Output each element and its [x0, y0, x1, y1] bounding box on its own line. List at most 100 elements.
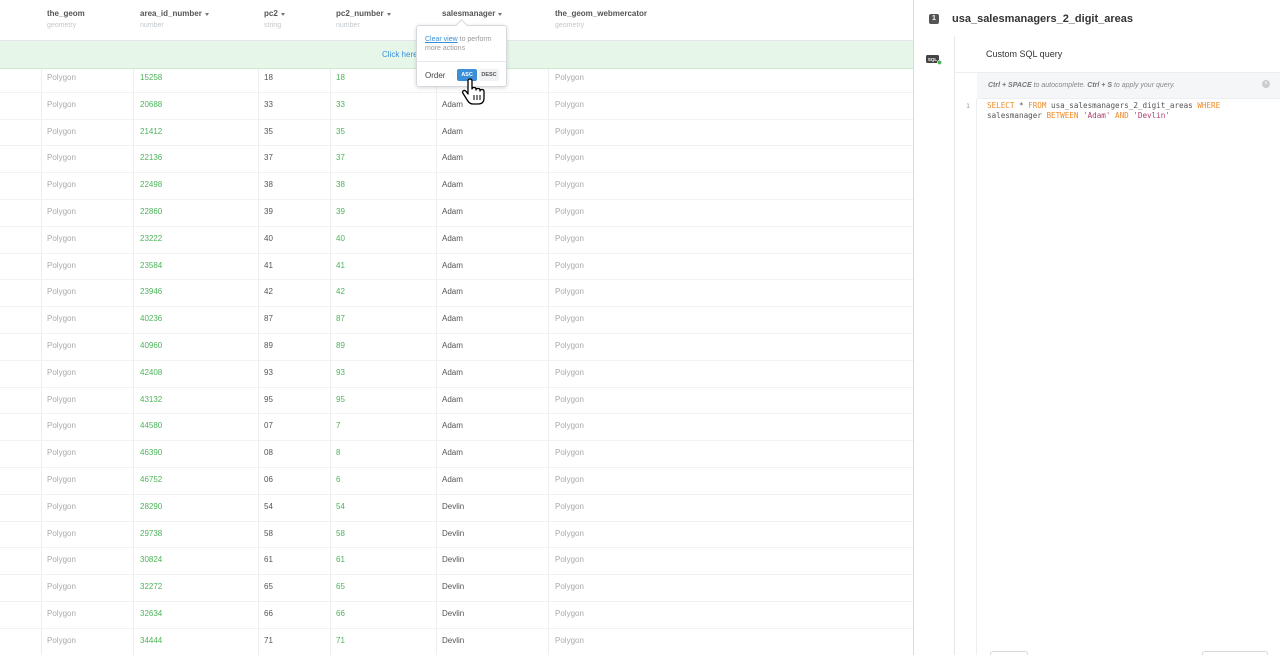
cell-the-geom-webmercator[interactable]: Polygon: [555, 341, 584, 350]
chevron-down-icon[interactable]: [280, 12, 285, 16]
cell-the-geom-webmercator[interactable]: Polygon: [555, 555, 584, 564]
cell-salesmanager[interactable]: Devlin: [442, 609, 464, 618]
cell-the-geom[interactable]: Polygon: [47, 287, 76, 296]
cell-salesmanager[interactable]: Adam: [442, 341, 463, 350]
cell-the-geom[interactable]: Polygon: [47, 100, 76, 109]
chevron-down-icon[interactable]: [498, 12, 503, 16]
cell-pc2-number[interactable]: 39: [336, 207, 345, 216]
cell-the-geom-webmercator[interactable]: Polygon: [555, 421, 584, 430]
cell-area-id-number[interactable]: 23222: [140, 234, 162, 243]
cell-area-id-number[interactable]: 30824: [140, 555, 162, 564]
cell-the-geom[interactable]: Polygon: [47, 421, 76, 430]
cell-pc2-number[interactable]: 7: [336, 421, 340, 430]
cell-area-id-number[interactable]: 15258: [140, 73, 162, 82]
cell-the-geom-webmercator[interactable]: Polygon: [555, 180, 584, 189]
notice-link[interactable]: Click here: [382, 50, 418, 59]
column-header-the-geom-webmercator[interactable]: the_geom_webmercator geometry: [555, 9, 647, 29]
cell-the-geom-webmercator[interactable]: Polygon: [555, 475, 584, 484]
cell-pc2[interactable]: 89: [264, 341, 273, 350]
cell-pc2[interactable]: 39: [264, 207, 273, 216]
cell-pc2[interactable]: 95: [264, 395, 273, 404]
table-row[interactable]: Polygon 42408 93 93 Adam Polygon: [0, 361, 913, 388]
cell-salesmanager[interactable]: Adam: [442, 153, 463, 162]
cell-area-id-number[interactable]: 20688: [140, 100, 162, 109]
cell-pc2[interactable]: 33: [264, 100, 273, 109]
cell-pc2-number[interactable]: 40: [336, 234, 345, 243]
cell-the-geom[interactable]: Polygon: [47, 395, 76, 404]
cell-pc2-number[interactable]: 6: [336, 475, 340, 484]
cell-salesmanager[interactable]: Adam: [442, 368, 463, 377]
clear-view-link[interactable]: Clear view: [425, 36, 458, 43]
cell-pc2[interactable]: 18: [264, 73, 273, 82]
table-row[interactable]: Polygon 23222 40 40 Adam Polygon: [0, 227, 913, 254]
cell-the-geom[interactable]: Polygon: [47, 341, 76, 350]
cell-the-geom-webmercator[interactable]: Polygon: [555, 314, 584, 323]
cell-the-geom-webmercator[interactable]: Polygon: [555, 153, 584, 162]
cell-the-geom-webmercator[interactable]: Polygon: [555, 234, 584, 243]
cell-area-id-number[interactable]: 28290: [140, 502, 162, 511]
column-header-area-id-number[interactable]: area_id_number number: [140, 9, 209, 29]
cell-salesmanager[interactable]: Adam: [442, 180, 463, 189]
chevron-down-icon[interactable]: [386, 12, 391, 16]
cell-the-geom[interactable]: Polygon: [47, 180, 76, 189]
cell-the-geom[interactable]: Polygon: [47, 502, 76, 511]
cell-salesmanager[interactable]: Adam: [442, 395, 463, 404]
cell-the-geom-webmercator[interactable]: Polygon: [555, 448, 584, 457]
cell-the-geom[interactable]: Polygon: [47, 153, 76, 162]
cell-the-geom[interactable]: Polygon: [47, 448, 76, 457]
cell-pc2-number[interactable]: 71: [336, 636, 345, 645]
cell-pc2[interactable]: 41: [264, 261, 273, 270]
cell-pc2-number[interactable]: 61: [336, 555, 345, 564]
cell-the-geom-webmercator[interactable]: Polygon: [555, 529, 584, 538]
cell-pc2-number[interactable]: 58: [336, 529, 345, 538]
cell-the-geom-webmercator[interactable]: Polygon: [555, 502, 584, 511]
cell-pc2-number[interactable]: 66: [336, 609, 345, 618]
cell-pc2[interactable]: 06: [264, 475, 273, 484]
cell-pc2-number[interactable]: 93: [336, 368, 345, 377]
sql-code-editor[interactable]: SELECT * FROM usa_salesmanagers_2_digit_…: [987, 101, 1272, 120]
table-row[interactable]: Polygon 29738 58 58 Devlin Polygon: [0, 522, 913, 549]
cell-the-geom-webmercator[interactable]: Polygon: [555, 261, 584, 270]
cell-the-geom[interactable]: Polygon: [47, 261, 76, 270]
chevron-down-icon[interactable]: [204, 12, 209, 16]
cell-area-id-number[interactable]: 21412: [140, 127, 162, 136]
cell-pc2[interactable]: 93: [264, 368, 273, 377]
table-row[interactable]: Polygon 21412 35 35 Adam Polygon: [0, 120, 913, 147]
column-header-pc2[interactable]: pc2 string: [264, 9, 285, 29]
cell-area-id-number[interactable]: 34444: [140, 636, 162, 645]
cell-area-id-number[interactable]: 40960: [140, 341, 162, 350]
table-row[interactable]: Polygon 43132 95 95 Adam Polygon: [0, 388, 913, 415]
apply-query-button[interactable]: [1202, 651, 1268, 655]
table-row[interactable]: Polygon 34444 71 71 Devlin Polygon: [0, 629, 913, 655]
table-row[interactable]: Polygon 20688 33 33 Adam Polygon: [0, 93, 913, 120]
cell-pc2[interactable]: 87: [264, 314, 273, 323]
cell-the-geom[interactable]: Polygon: [47, 555, 76, 564]
cell-area-id-number[interactable]: 29738: [140, 529, 162, 538]
cell-pc2[interactable]: 54: [264, 502, 273, 511]
table-row[interactable]: Polygon 22860 39 39 Adam Polygon: [0, 200, 913, 227]
cell-salesmanager[interactable]: Devlin: [442, 582, 464, 591]
cell-pc2[interactable]: 40: [264, 234, 273, 243]
cell-pc2[interactable]: 07: [264, 421, 273, 430]
table-row[interactable]: Polygon 23584 41 41 Adam Polygon: [0, 254, 913, 281]
cell-the-geom[interactable]: Polygon: [47, 609, 76, 618]
cell-the-geom-webmercator[interactable]: Polygon: [555, 609, 584, 618]
table-row[interactable]: Polygon 40236 87 87 Adam Polygon: [0, 307, 913, 334]
cell-area-id-number[interactable]: 23946: [140, 287, 162, 296]
table-row[interactable]: Polygon 40960 89 89 Adam Polygon: [0, 334, 913, 361]
cell-pc2-number[interactable]: 54: [336, 502, 345, 511]
cell-area-id-number[interactable]: 32634: [140, 609, 162, 618]
table-row[interactable]: Polygon 28290 54 54 Devlin Polygon: [0, 495, 913, 522]
cell-area-id-number[interactable]: 42408: [140, 368, 162, 377]
cell-salesmanager[interactable]: Adam: [442, 448, 463, 457]
cell-the-geom[interactable]: Polygon: [47, 475, 76, 484]
cell-pc2-number[interactable]: 37: [336, 153, 345, 162]
cell-the-geom-webmercator[interactable]: Polygon: [555, 73, 584, 82]
cell-salesmanager[interactable]: Adam: [442, 207, 463, 216]
cell-pc2-number[interactable]: 8: [336, 448, 340, 457]
cell-pc2-number[interactable]: 35: [336, 127, 345, 136]
cell-area-id-number[interactable]: 22860: [140, 207, 162, 216]
cell-the-geom[interactable]: Polygon: [47, 368, 76, 377]
cell-pc2[interactable]: 37: [264, 153, 273, 162]
cell-salesmanager[interactable]: Adam: [442, 314, 463, 323]
